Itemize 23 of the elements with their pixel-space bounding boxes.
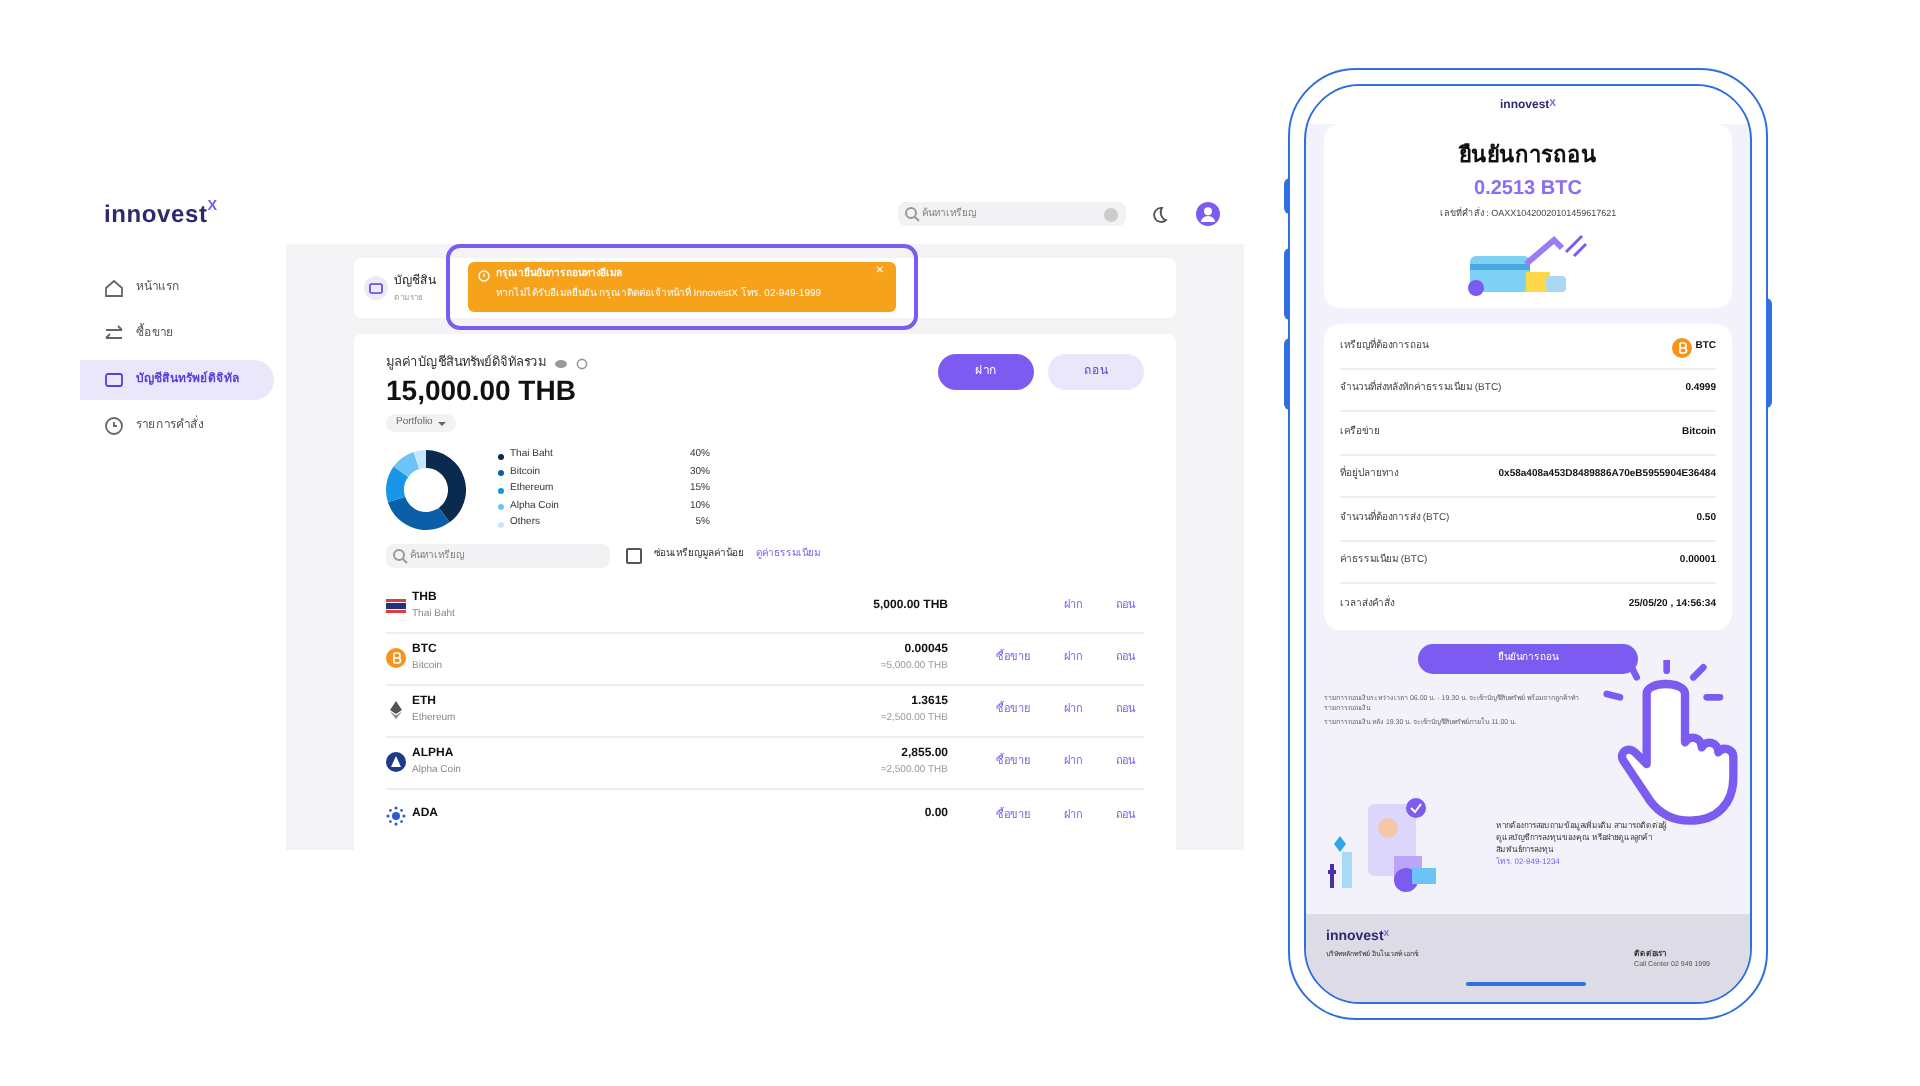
home-icon — [104, 278, 124, 298]
wallet-icon — [364, 276, 388, 300]
portfolio-total: 15,000.00 THB — [386, 373, 578, 409]
flag-icon — [386, 596, 406, 617]
home-indicator — [1466, 982, 1586, 986]
eye-icon — [554, 357, 568, 370]
moon-icon — [1150, 205, 1168, 223]
wallet-icon — [104, 370, 124, 390]
clock-icon — [104, 416, 124, 436]
checkbox[interactable] — [626, 547, 642, 564]
search-icon — [392, 547, 408, 564]
caret-icon — [438, 421, 447, 426]
avatar-icon — [1196, 202, 1220, 226]
withdraw-amount: 0.2513 BTC — [1474, 175, 1582, 203]
screen-title: ยืนยันการถอน — [1459, 141, 1597, 172]
alert-icon — [478, 269, 490, 282]
search-icon — [904, 206, 920, 222]
coin-icon — [386, 648, 406, 669]
sun-icon — [386, 805, 406, 826]
refresh-icon — [576, 357, 588, 370]
diamond-icon — [386, 700, 406, 721]
arrows-icon — [104, 324, 124, 344]
coin-icon — [386, 752, 406, 773]
